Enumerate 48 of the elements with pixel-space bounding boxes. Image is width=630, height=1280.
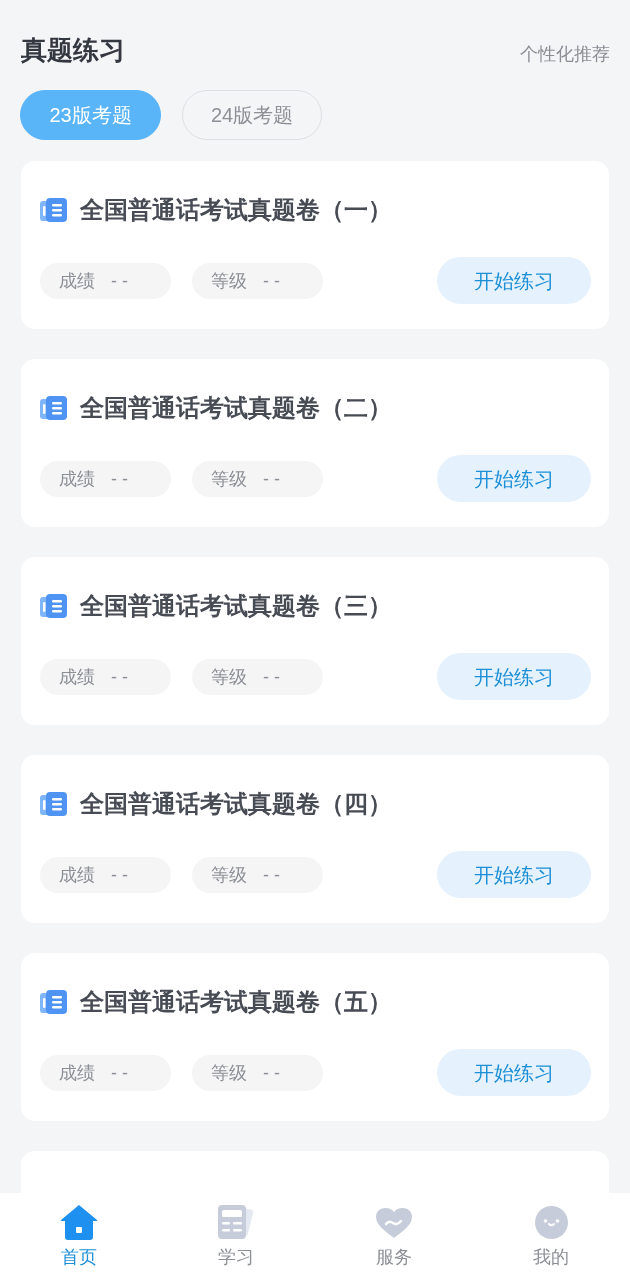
- stat-value: --: [111, 269, 133, 293]
- stat-label: 等级: [211, 467, 247, 491]
- exam-card[interactable]: 全国普通话考试真题卷（一） 成绩 -- 等级 -- 开始练习: [21, 161, 609, 329]
- stat-label: 等级: [211, 665, 247, 689]
- start-practice-button[interactable]: 开始练习: [437, 257, 591, 304]
- book-icon: [40, 594, 67, 618]
- stat-value: --: [111, 665, 133, 689]
- book-icon: [40, 792, 67, 816]
- book-icon: [40, 990, 67, 1014]
- start-practice-button[interactable]: 开始练习: [437, 1049, 591, 1096]
- calculator-icon: [218, 1205, 255, 1239]
- version-tab[interactable]: 24版考题: [182, 90, 322, 140]
- stat-label: 等级: [211, 269, 247, 293]
- book-icon: [40, 396, 67, 420]
- exam-title: 全国普通话考试真题卷（四）: [80, 789, 392, 819]
- stat-label: 成绩: [59, 269, 95, 293]
- smiley-face-icon: [534, 1205, 568, 1239]
- heart-icon: [375, 1206, 412, 1238]
- book-icon: [40, 198, 67, 222]
- stat-value: --: [111, 863, 133, 887]
- stat-value: --: [111, 467, 133, 491]
- home-icon: [59, 1204, 98, 1240]
- stat-label: 成绩: [59, 467, 95, 491]
- personalized-recommendation-link[interactable]: 个性化推荐: [520, 42, 610, 66]
- start-practice-button[interactable]: 开始练习: [437, 653, 591, 700]
- stat-value: --: [263, 269, 285, 293]
- stat-value: --: [111, 1061, 133, 1085]
- exam-title: 全国普通话考试真题卷（五）: [80, 987, 392, 1017]
- exam-title: 全国普通话考试真题卷（二）: [80, 393, 392, 423]
- stat-label: 成绩: [59, 665, 95, 689]
- stat-label: 成绩: [59, 1061, 95, 1085]
- exam-card[interactable]: 全国普通话考试真题卷（四） 成绩 -- 等级 -- 开始练习: [21, 755, 609, 923]
- stat-label: 等级: [211, 863, 247, 887]
- exam-card[interactable]: 全国普通话考试真题卷（三） 成绩 -- 等级 -- 开始练习: [21, 557, 609, 725]
- exam-card[interactable]: 全国普通话考试真题卷（二） 成绩 -- 等级 -- 开始练习: [21, 359, 609, 527]
- start-practice-button[interactable]: 开始练习: [437, 851, 591, 898]
- stat-value: --: [263, 863, 285, 887]
- exam-title: 全国普通话考试真题卷（三）: [80, 591, 392, 621]
- stat-label: 成绩: [59, 863, 95, 887]
- exam-title: 全国普通话考试真题卷（一）: [80, 195, 392, 225]
- page-title: 真题练习: [21, 34, 125, 67]
- exam-card[interactable]: 全国普通话考试真题卷（五） 成绩 -- 等级 -- 开始练习: [21, 953, 609, 1121]
- version-tab[interactable]: 23版考题: [20, 90, 161, 140]
- stat-value: --: [263, 467, 285, 491]
- stat-label: 等级: [211, 1061, 247, 1085]
- stat-value: --: [263, 665, 285, 689]
- stat-value: --: [263, 1061, 285, 1085]
- start-practice-button[interactable]: 开始练习: [437, 455, 591, 502]
